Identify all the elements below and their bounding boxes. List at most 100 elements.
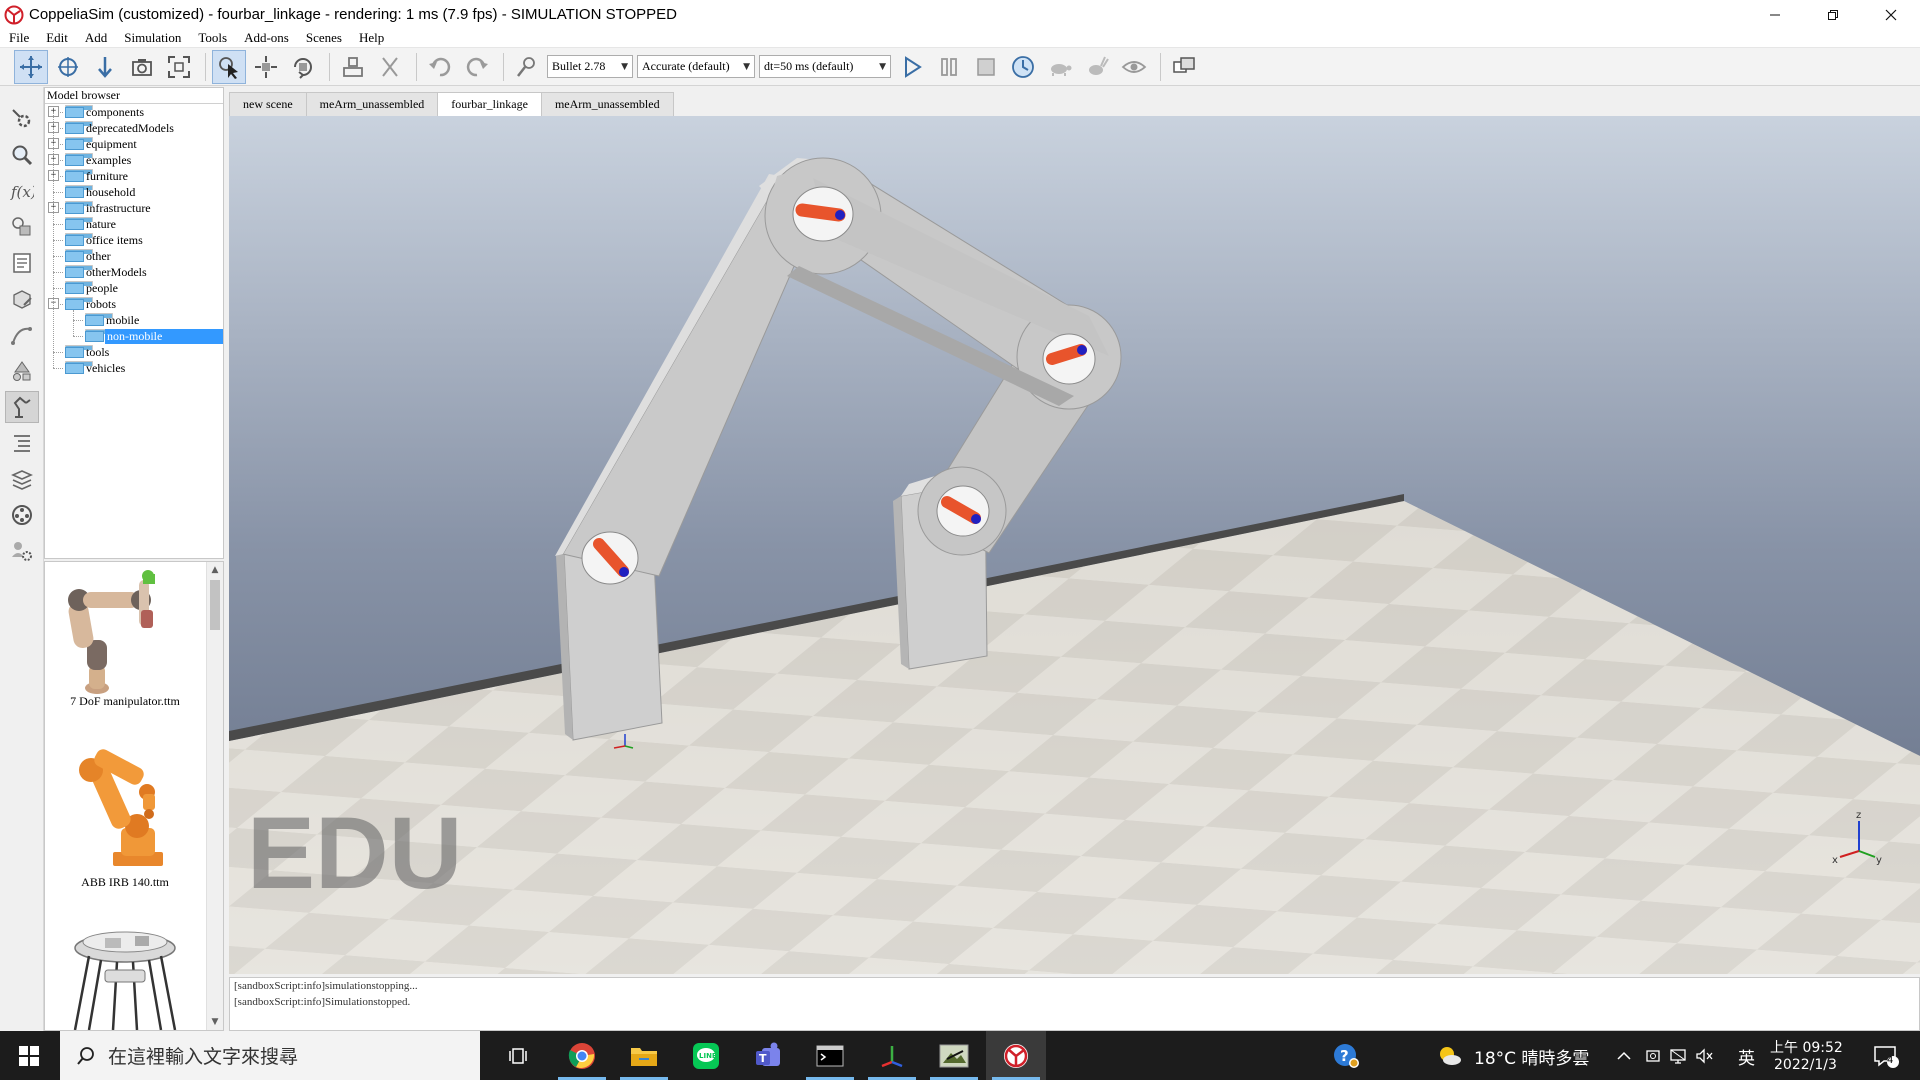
folder-vehicles[interactable]: vehicles (45, 360, 223, 376)
assemble-button[interactable] (336, 50, 370, 84)
redo-button[interactable] (460, 50, 494, 84)
scene-hierarchy-toggle-button[interactable] (4, 391, 39, 423)
folder-non-mobile[interactable]: non-mobile (45, 328, 223, 344)
taskbar-coordinate-app[interactable] (862, 1031, 922, 1080)
joint-bottom-left[interactable] (581, 531, 639, 585)
taskbar-terminal[interactable] (800, 1031, 860, 1080)
menu-edit[interactable]: Edit (37, 30, 76, 46)
restore-button[interactable] (1804, 0, 1862, 29)
user-settings-button[interactable] (5, 535, 39, 567)
model-browser-toggle-button[interactable] (5, 355, 39, 387)
scripts-button[interactable] (5, 247, 39, 279)
menu-addons[interactable]: Add-ons (235, 30, 297, 46)
speed-up-button[interactable] (1080, 50, 1114, 84)
folder-deprecatedmodels[interactable]: + deprecatedModels (45, 120, 223, 136)
tab-fourbar-linkage[interactable]: fourbar_linkage (437, 92, 542, 117)
folder-othermodels[interactable]: otherModels (45, 264, 223, 280)
folder-people[interactable]: people (45, 280, 223, 296)
taskbar-search[interactable]: 在這裡輸入文字來搜尋 (60, 1031, 480, 1080)
input-method-indicator[interactable]: 英 (1738, 1044, 1755, 1069)
folder-equipment[interactable]: + equipment (45, 136, 223, 152)
taskbar-image-viewer[interactable] (924, 1031, 984, 1080)
taskbar-file-explorer[interactable] (614, 1031, 674, 1080)
undo-button[interactable] (423, 50, 457, 84)
thumbnails-scrollbar[interactable]: ▲ ▼ (206, 562, 223, 1030)
start-button[interactable] (0, 1031, 58, 1080)
folder-other[interactable]: other (45, 248, 223, 264)
pause-simulation-button[interactable] (932, 50, 966, 84)
taskbar-line[interactable]: LINE (676, 1031, 736, 1080)
thumbnail-7dof-manipulator[interactable] (45, 570, 205, 700)
camera-tray-icon[interactable] (1642, 1031, 1664, 1080)
menu-tools[interactable]: Tools (189, 30, 235, 46)
folder-household[interactable]: household (45, 184, 223, 200)
fit-to-view-button[interactable] (162, 50, 196, 84)
menu-file[interactable]: File (0, 30, 37, 46)
calculation-modules-button[interactable]: f(x) (5, 175, 39, 207)
show-hidden-icons-button[interactable] (1612, 1031, 1636, 1080)
layers-list-button[interactable] (5, 427, 39, 459)
thumbnail-delta-robot[interactable] (45, 920, 205, 1030)
video-recorder-button[interactable] (5, 499, 39, 531)
folder-office-items[interactable]: office items (45, 232, 223, 248)
camera-pan-button[interactable] (14, 49, 48, 84)
path-edit-button[interactable] (5, 319, 39, 351)
scene-viewport[interactable]: EDU z x y (229, 116, 1920, 974)
camera-shift-button[interactable] (88, 50, 122, 84)
start-simulation-button[interactable] (895, 50, 929, 84)
object-shift-button[interactable] (249, 50, 283, 84)
stop-simulation-button[interactable] (969, 50, 1003, 84)
scroll-up-arrow-icon[interactable]: ▲ (207, 562, 223, 578)
folder-furniture[interactable]: + furniture (45, 168, 223, 184)
clock-date[interactable]: 2022/1/3 (1774, 1057, 1837, 1073)
minimize-button[interactable] (1746, 0, 1804, 29)
folder-robots[interactable]: − robots (45, 296, 223, 312)
scrollbar-thumb[interactable] (210, 580, 220, 630)
timestep-select[interactable]: dt=50 ms (default) ▼ (759, 55, 891, 78)
folder-examples[interactable]: + examples (45, 152, 223, 168)
volume-tray-icon[interactable] (1692, 1031, 1716, 1080)
click-selection-button[interactable] (212, 49, 246, 84)
transfer-dna-button[interactable] (373, 50, 407, 84)
menu-simulation[interactable]: Simulation (115, 30, 189, 46)
folder-nature[interactable]: nature (45, 216, 223, 232)
dynamics-toggle-button[interactable] (510, 50, 544, 84)
close-button[interactable] (1862, 0, 1920, 29)
visualization-toggle-button[interactable] (1117, 50, 1151, 84)
real-time-mode-button[interactable] (1006, 50, 1040, 84)
page-selector-button[interactable] (1167, 50, 1201, 84)
task-view-button[interactable] (490, 1031, 550, 1080)
status-console[interactable]: [sandboxScript:info]simulationstopping..… (229, 977, 1920, 1031)
clock-time[interactable]: 上午 09:52 (1770, 1037, 1843, 1057)
physics-engine-select[interactable]: Bullet 2.78 ▼ (547, 55, 633, 78)
notification-center-button[interactable]: 4 (1866, 1031, 1906, 1080)
object-rotate-button[interactable] (286, 50, 320, 84)
taskbar-chrome[interactable] (552, 1031, 612, 1080)
joint-top-right[interactable] (1042, 333, 1096, 385)
thumbnail-abb-irb-140[interactable] (45, 740, 205, 880)
taskbar-coppeliasim[interactable] (986, 1031, 1046, 1080)
taskbar-teams[interactable]: T (738, 1031, 798, 1080)
folder-infrastructure[interactable]: + infrastructure (45, 200, 223, 216)
folder-tools[interactable]: tools (45, 344, 223, 360)
help-tray-button[interactable]: ? (1326, 1031, 1366, 1080)
tab-mearm-unassembled-2[interactable]: meArm_unassembled (540, 92, 674, 116)
network-tray-icon[interactable] (1666, 1031, 1690, 1080)
joint-bottom-right[interactable] (936, 485, 990, 537)
accuracy-select[interactable]: Accurate (default) ▼ (637, 55, 755, 78)
folder-components[interactable]: + components (45, 104, 223, 120)
menu-help[interactable]: Help (350, 30, 392, 46)
layers-button[interactable] (5, 463, 39, 495)
menu-scenes[interactable]: Scenes (297, 30, 350, 46)
weather-widget-icon[interactable] (1436, 1031, 1464, 1080)
slow-down-button[interactable] (1043, 50, 1077, 84)
camera-rotate-button[interactable] (51, 50, 85, 84)
joint-top-left[interactable] (792, 186, 854, 242)
collections-button[interactable] (5, 211, 39, 243)
camera-opening-angle-button[interactable] (125, 50, 159, 84)
tab-mearm-unassembled[interactable]: meArm_unassembled (305, 92, 439, 116)
shape-edit-button[interactable] (5, 283, 39, 315)
scroll-down-arrow-icon[interactable]: ▼ (207, 1014, 223, 1030)
folder-mobile[interactable]: mobile (45, 312, 223, 328)
search-button[interactable] (5, 139, 39, 171)
